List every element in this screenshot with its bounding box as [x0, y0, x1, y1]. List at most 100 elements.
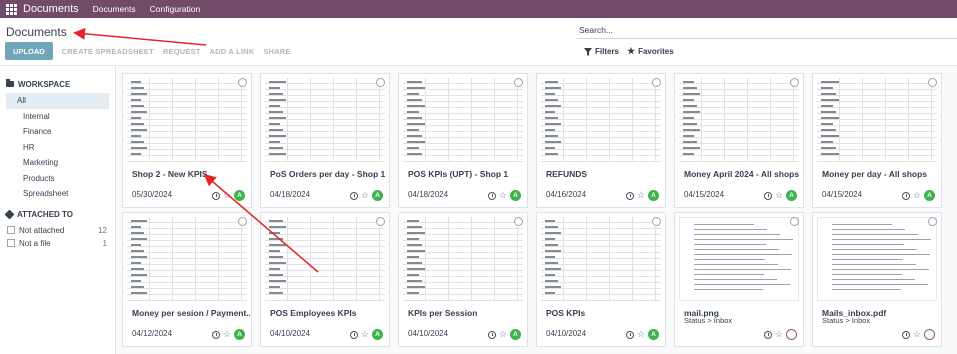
star-icon[interactable]: ☆ [637, 330, 645, 339]
spreadsheet-thumbnail[interactable] [265, 78, 385, 162]
thumbnail-row [407, 280, 422, 282]
nav-configuration[interactable]: Configuration [150, 4, 201, 14]
add-link-button[interactable]: ADD A LINK [210, 47, 255, 56]
create-spreadsheet-button[interactable]: CREATE SPREADSHEET [62, 47, 154, 56]
facet-checkbox[interactable] [7, 239, 15, 247]
facet-not-a-file[interactable]: Not a file 1 [0, 237, 115, 250]
app-brand[interactable]: Documents [23, 3, 79, 15]
clock-icon[interactable] [901, 330, 910, 339]
select-checkbox[interactable] [376, 78, 385, 87]
favorites-button[interactable]: ★ Favorites [627, 47, 674, 57]
sidebar-item-marketing[interactable]: Marketing [6, 155, 109, 171]
clock-icon[interactable] [211, 191, 220, 200]
star-icon[interactable]: ☆ [499, 191, 507, 200]
clock-icon[interactable] [487, 330, 496, 339]
spreadsheet-thumbnail[interactable] [127, 217, 247, 301]
star-icon[interactable]: ☆ [223, 191, 231, 200]
thumbnail-row [683, 117, 694, 119]
thumbnail-row [131, 135, 141, 137]
thumbnail-text-line [694, 269, 791, 270]
star-icon[interactable]: ☆ [913, 330, 921, 339]
upload-button[interactable]: UPLOAD [5, 42, 53, 60]
sidebar-item-spreadsheet[interactable]: Spreadsheet [6, 186, 109, 202]
facet-not-attached[interactable]: Not attached 12 [0, 224, 115, 237]
thumbnail-text-line [694, 234, 780, 235]
select-checkbox[interactable] [514, 78, 523, 87]
clock-icon[interactable] [901, 191, 910, 200]
spreadsheet-thumbnail[interactable] [679, 78, 799, 162]
star-icon[interactable]: ☆ [637, 191, 645, 200]
document-card[interactable]: Shop 2 - New KPIS 05/30/2024 ☆ A [122, 73, 252, 208]
document-card[interactable]: POS Employees KPIs 04/10/2024 ☆ A [260, 212, 390, 347]
star-icon[interactable]: ☆ [499, 330, 507, 339]
sidebar-item-hr[interactable]: HR [6, 140, 109, 156]
select-checkbox[interactable] [238, 217, 247, 226]
star-icon[interactable]: ☆ [775, 330, 783, 339]
sidebar-item-products[interactable]: Products [6, 171, 109, 187]
select-checkbox[interactable] [928, 217, 937, 226]
clock-icon[interactable] [763, 191, 772, 200]
thumbnail-row [131, 81, 141, 83]
document-card[interactable]: KPIs per Session 04/10/2024 ☆ A [398, 212, 528, 347]
sidebar-item-internal[interactable]: Internal [6, 109, 109, 125]
clock-icon[interactable] [763, 330, 772, 339]
star-icon[interactable]: ☆ [913, 191, 921, 200]
thumbnail-row [407, 292, 419, 294]
document-card[interactable]: POS KPIs 04/10/2024 ☆ A [536, 212, 666, 347]
facet-checkbox[interactable] [7, 226, 15, 234]
thumbnail-text-line [694, 289, 763, 290]
clock-icon[interactable] [487, 191, 496, 200]
thumbnail-text-line [832, 254, 930, 255]
document-card[interactable]: Money per day - All shops 04/15/2024 ☆ A [812, 73, 942, 208]
sidebar-item-finance[interactable]: Finance [6, 124, 109, 140]
spreadsheet-thumbnail[interactable] [265, 217, 385, 301]
clock-icon[interactable] [625, 191, 634, 200]
star-icon[interactable]: ☆ [775, 191, 783, 200]
spreadsheet-thumbnail[interactable] [403, 217, 523, 301]
document-card[interactable]: PoS Orders per day - Shop 1 04/18/2024 ☆ A [260, 73, 390, 208]
select-checkbox[interactable] [514, 217, 523, 226]
thumbnail-row [683, 105, 697, 107]
clock-icon[interactable] [211, 330, 220, 339]
nav-documents[interactable]: Documents [93, 4, 136, 14]
share-button[interactable]: SHARE [263, 47, 290, 56]
spreadsheet-thumbnail[interactable] [541, 217, 661, 301]
document-card[interactable]: mail.png Status > Inbox ☆ [674, 212, 804, 347]
clock-icon[interactable] [625, 330, 634, 339]
document-thumbnail[interactable] [817, 217, 937, 301]
select-checkbox[interactable] [928, 78, 937, 87]
search-input[interactable]: Search... [577, 23, 957, 39]
select-checkbox[interactable] [238, 78, 247, 87]
select-checkbox[interactable] [376, 217, 385, 226]
thumbnail-text-line [832, 264, 916, 265]
clock-icon[interactable] [349, 330, 358, 339]
document-card[interactable]: POS KPIs (UPT) - Shop 1 04/18/2024 ☆ A [398, 73, 528, 208]
document-card[interactable]: Mails_inbox.pdf Status > Inbox ☆ [812, 212, 942, 347]
document-card[interactable]: Money per sesion / Payment... 04/12/2024 ☆… [122, 212, 252, 347]
request-button[interactable]: REQUEST [163, 47, 201, 56]
select-checkbox[interactable] [652, 78, 661, 87]
select-checkbox[interactable] [652, 217, 661, 226]
spreadsheet-thumbnail[interactable] [541, 78, 661, 162]
spreadsheet-thumbnail[interactable] [817, 78, 937, 162]
spreadsheet-thumbnail[interactable] [403, 78, 523, 162]
spreadsheet-thumbnail[interactable] [127, 78, 247, 162]
document-thumbnail[interactable] [679, 217, 799, 301]
thumbnail-row [407, 93, 419, 95]
thumbnail-row [269, 135, 286, 137]
sidebar-item-all[interactable]: All [6, 93, 109, 109]
select-checkbox[interactable] [790, 78, 799, 87]
star-icon[interactable]: ☆ [361, 191, 369, 200]
thumbnail-row [269, 232, 280, 234]
filters-button[interactable]: Filters [584, 47, 619, 56]
select-checkbox[interactable] [790, 217, 799, 226]
star-icon[interactable]: ☆ [223, 330, 231, 339]
document-card[interactable]: Money April 2024 - All shops 04/15/2024 ☆ A [674, 73, 804, 208]
apps-menu-icon[interactable] [3, 1, 19, 17]
star-icon[interactable]: ☆ [361, 330, 369, 339]
thumbnail-row [407, 238, 419, 240]
clock-icon[interactable] [349, 191, 358, 200]
thumbnail-row [407, 111, 419, 113]
document-card[interactable]: REFUNDS 04/16/2024 ☆ A [536, 73, 666, 208]
facet-count: 12 [98, 225, 107, 235]
